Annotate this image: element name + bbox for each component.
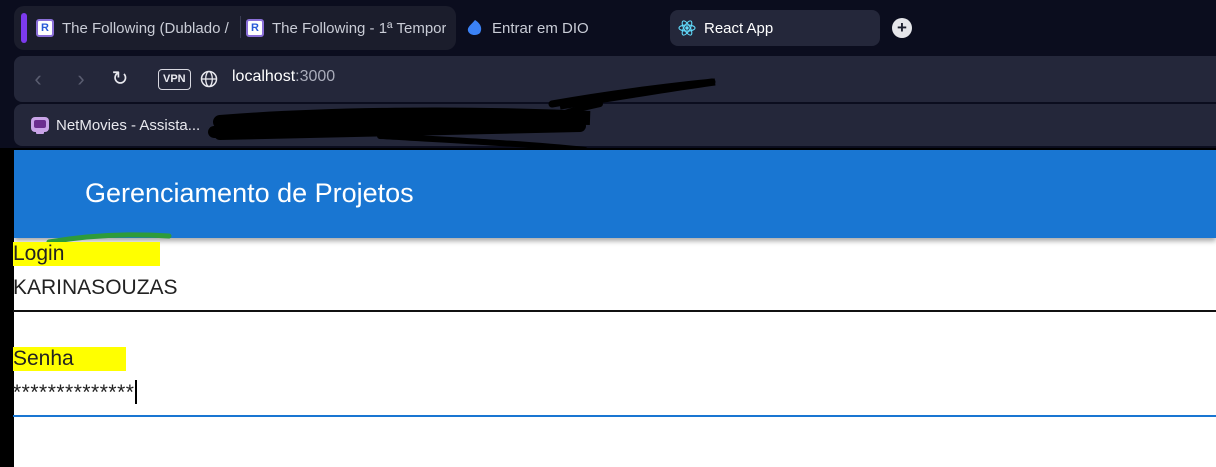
rt-favicon-icon: R	[36, 19, 54, 37]
login-label: Login	[13, 242, 161, 266]
netmovies-icon	[31, 117, 49, 134]
password-label: Senha	[13, 347, 126, 371]
tab-react-app[interactable]: React App	[670, 10, 880, 46]
bookmark-label: NetMovies - Assista...	[56, 116, 201, 134]
browser-chrome: R The Following (Dublado / R The Followi…	[0, 0, 1216, 148]
globe-icon[interactable]	[199, 69, 219, 89]
rt-favicon-icon: R	[246, 19, 264, 37]
reload-icon[interactable]: ↻	[108, 67, 132, 91]
password-masked-value: **************	[13, 381, 135, 404]
bookmark-netmovies[interactable]: NetMovies - Assista...	[30, 115, 200, 135]
url-port: :3000	[295, 68, 336, 85]
password-input[interactable]: **************	[13, 380, 137, 405]
dio-icon	[466, 19, 484, 37]
tab-entrar-em-dio[interactable]: Entrar em DIO	[466, 6, 646, 50]
text-caret	[135, 380, 137, 404]
login-input-underline	[13, 310, 1216, 312]
tab-label: React App	[704, 19, 774, 37]
tab-bar: R The Following (Dublado / R The Followi…	[0, 0, 1216, 52]
password-input-underline	[13, 415, 1216, 417]
tab-the-following-temporada[interactable]: R The Following - 1ª Tempor	[246, 6, 446, 50]
tab-label: Entrar em DIO	[492, 19, 589, 37]
app-page: Gerenciamento de Projetos Login KARINASO…	[13, 150, 1216, 467]
url-field[interactable]: localhost:3000	[232, 68, 335, 86]
tab-the-following-dublado[interactable]: R The Following (Dublado /	[36, 6, 236, 50]
bookmarks-bar: NetMovies - Assista...	[14, 104, 1216, 146]
tab-label: The Following (Dublado /	[62, 19, 229, 37]
back-icon[interactable]: ‹	[26, 67, 50, 91]
tab-group-color-indicator[interactable]	[21, 13, 27, 43]
forward-icon[interactable]: ›	[69, 67, 93, 91]
new-tab-button[interactable]: +	[892, 18, 912, 38]
app-header: Gerenciamento de Projetos	[14, 150, 1216, 238]
tab-divider	[240, 16, 241, 38]
page-title: Gerenciamento de Projetos	[85, 178, 414, 208]
vpn-badge[interactable]: VPN	[158, 69, 191, 90]
url-host: localhost	[232, 68, 296, 85]
tab-label: The Following - 1ª Tempor	[272, 19, 446, 37]
react-icon	[678, 19, 696, 37]
login-input[interactable]: KARINASOUZAS	[13, 276, 178, 300]
address-bar: ‹ › ↻ VPN localhost:3000	[14, 56, 1216, 102]
